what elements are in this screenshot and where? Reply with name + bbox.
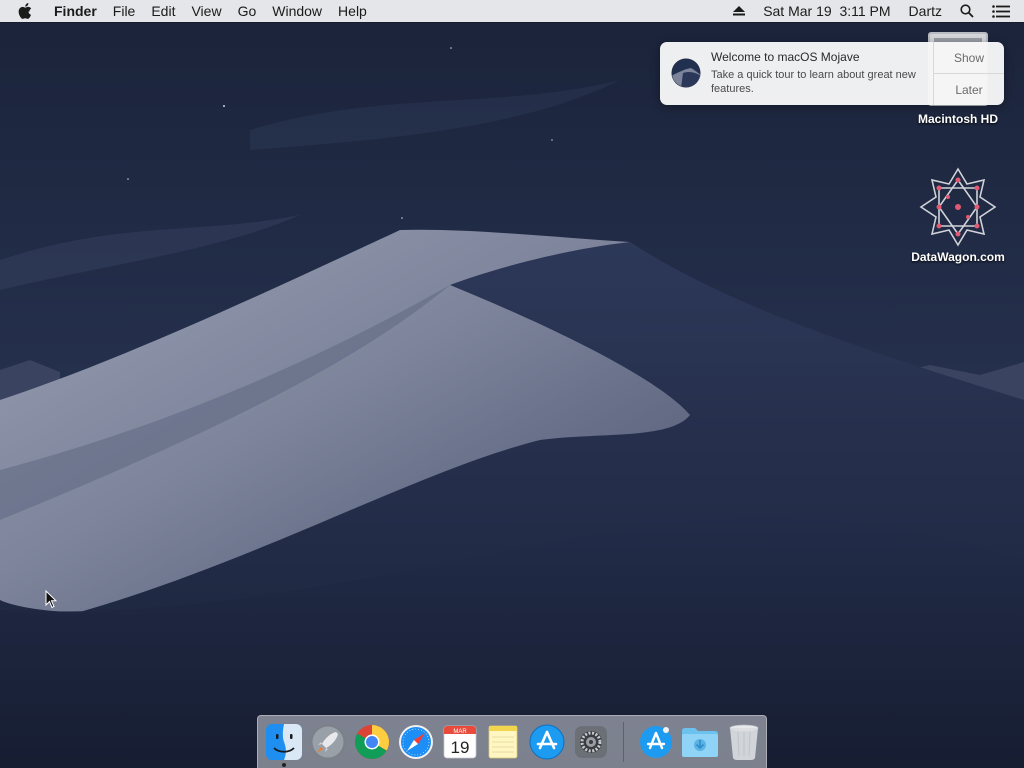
dock-trash[interactable]	[722, 720, 766, 764]
dock: MAR 19	[257, 715, 767, 768]
calendar-day: 19	[450, 738, 469, 757]
menu-bar-extras: Sat Mar 19 3:11 PM Dartz	[724, 0, 1024, 22]
notification-content: Welcome to macOS Mojave Take a quick tou…	[711, 42, 933, 105]
dock-system-preferences[interactable]	[569, 720, 613, 764]
dock-safari[interactable]	[394, 720, 438, 764]
macos-mojave-icon	[671, 58, 701, 88]
dock-launchpad[interactable]	[306, 720, 350, 764]
dock-downloads-folder[interactable]	[678, 720, 722, 764]
notification-center-icon[interactable]	[983, 4, 1024, 18]
menu-go[interactable]: Go	[230, 0, 265, 22]
notes-icon	[489, 725, 518, 759]
menu-finder[interactable]: Finder	[46, 0, 105, 22]
eject-icon[interactable]	[724, 6, 754, 16]
launchpad-rocket-icon	[309, 724, 346, 760]
dock-finder[interactable]	[262, 720, 306, 767]
menu-help[interactable]: Help	[330, 0, 375, 22]
notification-body: Take a quick tour to learn about great n…	[711, 69, 916, 95]
calendar-icon: MAR 19	[443, 725, 476, 759]
dock-app-store[interactable]	[525, 720, 569, 764]
finder-icon	[265, 724, 302, 760]
dock-separator	[623, 722, 625, 762]
notification-actions: Show Later	[933, 42, 1004, 105]
gear-icon	[575, 726, 608, 758]
menu-view[interactable]: View	[183, 0, 229, 22]
menu-clock[interactable]: Sat Mar 19 3:11 PM	[754, 0, 899, 22]
apple-icon[interactable]	[18, 3, 38, 19]
desktop-icon-datawagon[interactable]: DataWagon.com	[898, 166, 1018, 264]
menu-bar: Finder File Edit View Go Window Help Sat…	[0, 0, 1024, 22]
mouse-cursor-icon	[45, 590, 57, 609]
notification-title: Welcome to macOS Mojave	[711, 50, 860, 64]
app-store-icon	[529, 724, 565, 760]
welcome-notification[interactable]: Welcome to macOS Mojave Take a quick tou…	[660, 42, 1004, 105]
trash-icon	[729, 724, 759, 760]
dock-google-chrome[interactable]	[350, 720, 394, 764]
desktop-wallpaper	[0, 0, 1024, 768]
dock-app-store-downloads[interactable]	[634, 720, 678, 764]
calendar-month: MAR	[453, 729, 467, 735]
desktop-icon-label: DataWagon.com	[911, 250, 1005, 264]
running-indicator	[282, 763, 286, 767]
menu-file[interactable]: File	[105, 0, 144, 22]
datawagon-logo-icon	[919, 167, 997, 247]
spotlight-search-icon[interactable]	[951, 4, 983, 18]
dock-notes[interactable]	[482, 720, 526, 764]
chrome-icon	[354, 725, 389, 759]
app-store-downloads-icon	[640, 726, 673, 758]
menu-edit[interactable]: Edit	[143, 0, 183, 22]
desktop-icon-label: Macintosh HD	[917, 112, 998, 126]
notification-later-button[interactable]: Later	[934, 73, 1004, 105]
notification-show-button[interactable]: Show	[934, 42, 1004, 73]
downloads-folder-icon	[682, 728, 719, 757]
menu-window[interactable]: Window	[264, 0, 330, 22]
safari-compass-icon	[398, 725, 433, 759]
dock-calendar[interactable]: MAR 19	[438, 720, 482, 764]
menu-user[interactable]: Dartz	[900, 0, 951, 22]
